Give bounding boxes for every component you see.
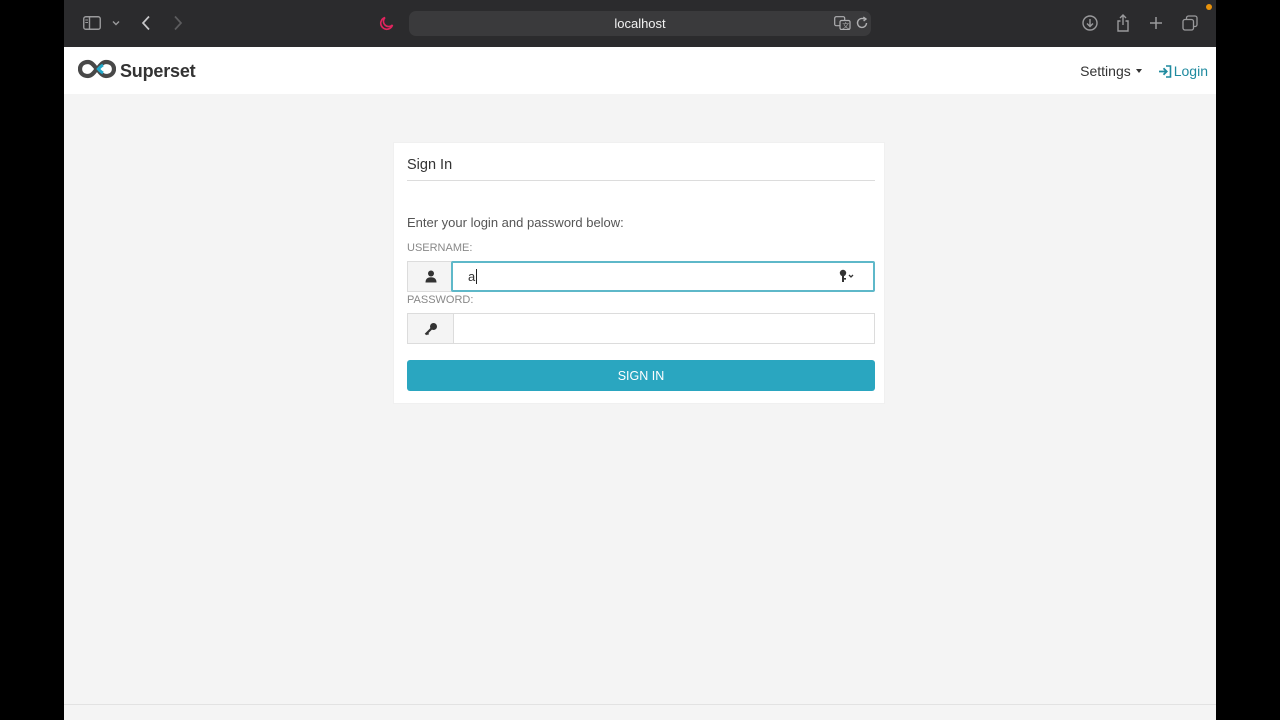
login-link[interactable]: Login — [1158, 63, 1208, 79]
night-mode-icon[interactable] — [379, 12, 394, 34]
share-icon[interactable] — [1116, 12, 1130, 34]
notification-dot — [1206, 4, 1212, 10]
new-tab-icon[interactable] — [1149, 12, 1163, 34]
login-icon — [1158, 64, 1172, 78]
user-icon — [407, 261, 453, 292]
login-instructions: Enter your login and password below: — [407, 215, 624, 230]
sign-in-button[interactable]: SIGN IN — [407, 360, 875, 391]
app-navbar: Superset Settings Login — [64, 47, 1216, 94]
browser-window: localhost 文 Superset Settings Login Sign… — [64, 0, 1216, 720]
password-label: PASSWORD: — [407, 294, 474, 306]
password-key-icon[interactable] — [839, 269, 855, 283]
back-icon[interactable] — [141, 12, 151, 34]
brand-name: Superset — [120, 61, 196, 81]
download-icon[interactable] — [1082, 12, 1098, 34]
chevron-down-icon[interactable] — [112, 12, 120, 34]
caret-down-icon — [1135, 69, 1142, 73]
url-text: localhost — [614, 16, 666, 31]
username-label: USERNAME: — [407, 242, 473, 254]
login-panel: Sign In Enter your login and password be… — [393, 142, 885, 404]
password-input[interactable] — [453, 313, 875, 344]
footer-divider — [64, 704, 1216, 705]
sign-in-label: SIGN IN — [617, 368, 665, 383]
svg-text:文: 文 — [842, 21, 849, 30]
settings-menu[interactable]: Settings — [1080, 63, 1142, 79]
username-input[interactable]: a — [451, 261, 875, 292]
translate-icon[interactable]: 文 — [834, 16, 851, 35]
reload-icon[interactable] — [855, 16, 869, 35]
panel-divider — [407, 180, 875, 181]
settings-label: Settings — [1080, 63, 1131, 79]
address-bar[interactable]: localhost 文 — [409, 11, 871, 36]
panel-title: Sign In — [407, 157, 453, 173]
brand-link[interactable]: Superset — [77, 59, 196, 84]
key-icon — [407, 313, 453, 344]
username-group: a — [407, 261, 875, 292]
sidebar-icon[interactable] — [83, 12, 101, 34]
browser-toolbar: localhost 文 — [64, 0, 1216, 47]
superset-logo-icon — [77, 59, 117, 84]
text-cursor — [476, 269, 478, 284]
forward-icon[interactable] — [173, 12, 183, 34]
username-value: a — [468, 269, 476, 284]
tabs-overview-icon[interactable] — [1182, 12, 1198, 34]
password-group — [407, 313, 875, 344]
login-label: Login — [1173, 63, 1208, 79]
